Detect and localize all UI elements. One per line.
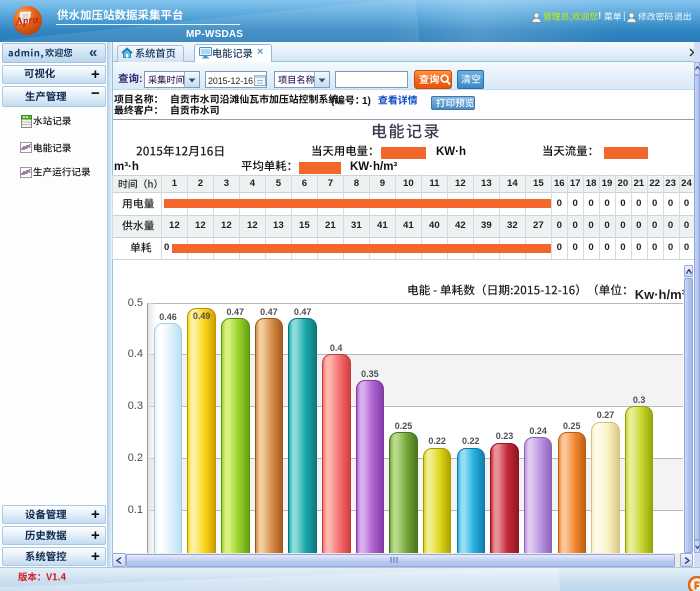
svg-text:Apra: Apra xyxy=(14,14,39,28)
